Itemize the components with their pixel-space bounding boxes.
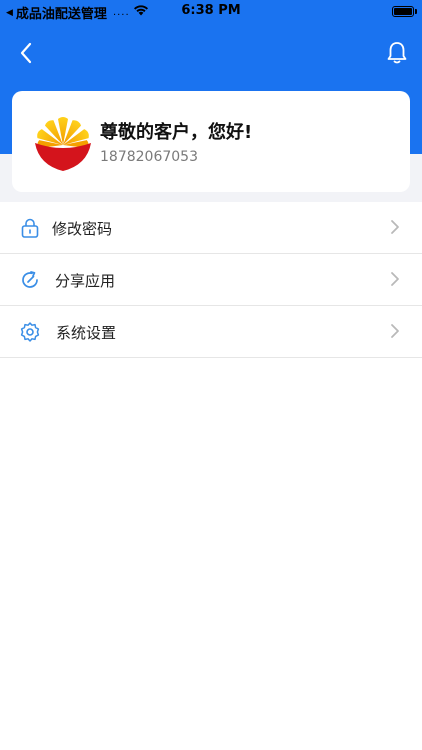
menu-item-system-settings[interactable]: 系统设置	[0, 306, 422, 358]
menu-item-share-app[interactable]: 分享应用	[0, 254, 422, 306]
chevron-left-icon[interactable]	[14, 40, 40, 66]
petrochina-logo	[35, 117, 91, 171]
greeting-text: 尊敬的客户，您好!	[100, 122, 253, 143]
status-bar: ◀ 成品油配送管理 .... 6:38 PM	[0, 0, 422, 24]
chevron-right-icon	[391, 220, 399, 234]
menu-item-label: 系统设置	[56, 324, 117, 342]
bell-icon[interactable]	[384, 40, 410, 66]
lock-icon	[21, 218, 39, 238]
menu-item-label: 修改密码	[52, 220, 113, 238]
chevron-right-icon	[391, 324, 399, 338]
chevron-right-icon	[391, 272, 399, 286]
battery-icon	[392, 6, 417, 17]
menu-item-label: 分享应用	[55, 272, 116, 290]
gear-icon	[20, 322, 40, 342]
status-time: 6:38 PM	[181, 3, 241, 18]
profile-card: 尊敬的客户，您好! 18782067053	[12, 91, 410, 192]
share-icon	[22, 271, 38, 288]
menu-item-change-password[interactable]: 修改密码	[0, 202, 422, 254]
settings-menu: 修改密码 分享应用 系统设置	[0, 202, 422, 358]
phone-number: 18782067053	[100, 149, 198, 165]
